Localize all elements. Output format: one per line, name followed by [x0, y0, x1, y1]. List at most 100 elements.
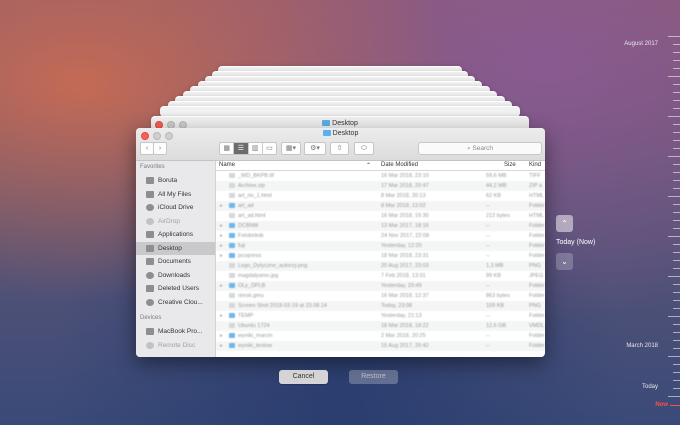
tags-button[interactable]: ⬭	[354, 142, 374, 155]
timeline-tick	[673, 148, 680, 149]
file-row[interactable]: ▸ wyniki_marcin 2 Mar 2018, 20:25 -- Folder	[216, 331, 545, 341]
timeline-tick	[673, 348, 680, 349]
file-date: 7 Feb 2018, 13:31	[381, 273, 426, 279]
file-row[interactable]: Ubuntu 1724 18 Mar 2018, 18:22 12,6 GB VMDL	[216, 321, 545, 331]
file-size: 12,6 GB	[486, 323, 507, 329]
favorites-item-label: Creative Clou...	[158, 298, 203, 306]
list-view-button[interactable]: ☰	[234, 143, 249, 154]
column-view-button[interactable]: ▥	[249, 143, 263, 154]
timeline-label-august-2017[interactable]: August 2017	[624, 41, 658, 47]
gallery-view-button[interactable]: ▭	[263, 143, 276, 154]
file-row[interactable]: _WD_BKPB.tif 16 Mar 2018, 23:10 59,6 MB TIF…	[216, 171, 545, 181]
timeline-label-now[interactable]: Now	[655, 402, 668, 408]
file-list: Name ⌃ Date Modified Size Kind _WD_BKPB.…	[216, 161, 545, 357]
file-kind: Folder	[529, 203, 545, 209]
favorites-item-label: All My Files	[158, 190, 192, 198]
file-row[interactable]: Screen Shot 2018-03-19 at 23.08.14 Today,…	[216, 301, 545, 311]
timeline-tick	[668, 116, 680, 117]
file-row[interactable]: magdalyamo.jpg 7 Feb 2018, 13:31 99 KB JPEG	[216, 271, 545, 281]
favorites-item[interactable]: Desktop	[136, 241, 215, 255]
file-row[interactable]: art_ad.html 16 Mar 2018, 15:30 212 bytes HT…	[216, 211, 545, 221]
file-row[interactable]: art_rio_1.html 8 Mar 2018, 20:13 62 KB HTML	[216, 191, 545, 201]
view-switcher[interactable]: ▦ ☰ ▥ ▭	[219, 142, 277, 155]
file-name: art_ad.html	[238, 213, 266, 219]
kind-column-header[interactable]: Kind	[529, 162, 541, 168]
timeline[interactable]: August 2017 March 2018 Today Now	[620, 30, 680, 425]
devices-item[interactable]: Remote Disc	[136, 339, 215, 353]
favorites-item[interactable]: All My Files	[136, 188, 215, 202]
laptop-icon	[146, 328, 154, 336]
restore-button[interactable]: Restore	[349, 370, 398, 384]
cancel-button[interactable]: Cancel	[279, 370, 328, 384]
forward-button[interactable]: ›	[153, 142, 167, 155]
file-size: 44,2 MB	[486, 183, 507, 189]
favorites-item[interactable]: Deleted Users	[136, 282, 215, 296]
timeline-tick	[673, 260, 680, 261]
disclosure-triangle-icon[interactable]: ▸	[220, 343, 223, 349]
icon-view-button[interactable]: ▦	[220, 143, 235, 154]
finder-window: Desktop ‹ › ▦ ☰ ▥ ▭ ▦▾ ⚙▾ ⇧ ⬭ ⌕ Search F…	[136, 128, 545, 357]
name-column-header[interactable]: Name	[219, 162, 235, 168]
file-date: 15 Aug 2017, 20:42	[381, 343, 429, 349]
disclosure-triangle-icon[interactable]: ▸	[220, 313, 223, 319]
file-kind: JPEG	[529, 273, 544, 279]
disclosure-triangle-icon[interactable]: ▸	[220, 243, 223, 249]
file-row[interactable]: riresk.gmu 16 Mar 2018, 12:37 863 bytes Fol…	[216, 291, 545, 301]
favorites-item[interactable]: AirDrop	[136, 215, 215, 229]
file-size: 62 KB	[486, 193, 501, 199]
folder-icon	[229, 203, 235, 208]
devices-item[interactable]: MacBook Pro...	[136, 325, 215, 339]
timeline-tick	[668, 276, 680, 277]
size-column-header[interactable]: Size	[504, 162, 516, 168]
disclosure-triangle-icon[interactable]: ▸	[220, 283, 223, 289]
favorites-item-label: Downloads	[158, 271, 191, 279]
ghost-window-title: Desktop	[332, 120, 358, 127]
favorites-item[interactable]: Downloads	[136, 269, 215, 283]
folder-icon	[229, 313, 235, 318]
file-row[interactable]: ▸ DCBNM 13 Mar 2017, 18:16 -- Folder	[216, 221, 545, 231]
timeline-tick	[673, 140, 680, 141]
file-kind: HTML	[529, 213, 544, 219]
file-row[interactable]: ▸ Fotobritnik 24 Nov 2017, 22:08 -- Folder	[216, 231, 545, 241]
previous-version-button[interactable]: ⌃	[556, 215, 573, 232]
file-row[interactable]: Archive.zip 17 Mar 2018, 20:47 44,2 MB ZIP …	[216, 181, 545, 191]
date-column-header[interactable]: Date Modified	[381, 162, 418, 168]
grid-icon: ▦▾	[285, 145, 297, 152]
file-date: 2 Mar 2018, 20:25	[381, 333, 426, 339]
disclosure-triangle-icon[interactable]: ▸	[220, 203, 223, 209]
gear-icon: ⚙▾	[310, 145, 320, 152]
favorites-item[interactable]: Applications	[136, 228, 215, 242]
timeline-label-march-2018[interactable]: March 2018	[626, 343, 658, 349]
file-kind: PNG	[529, 303, 541, 309]
back-button[interactable]: ‹	[140, 142, 154, 155]
file-icon	[229, 213, 235, 218]
action-button[interactable]: ⚙▾	[304, 142, 326, 155]
file-kind: Folder	[529, 283, 545, 289]
next-version-button[interactable]: ⌄	[556, 253, 573, 270]
file-row[interactable]: ▸ fuji Yesterday, 12:20 -- Folder	[216, 241, 545, 251]
timeline-tick	[673, 68, 680, 69]
file-row[interactable]: ▸ TEMP Yesterday, 21:13 -- Folder	[216, 311, 545, 321]
favorites-item[interactable]: Documents	[136, 255, 215, 269]
file-row[interactable]: ▸ jscopress 18 Mar 2018, 23:31 -- Folder	[216, 251, 545, 261]
file-row[interactable]: ▸ OLy_DPLB Yesterday, 20:49 -- Folder	[216, 281, 545, 291]
file-row[interactable]: Logo_Dytyczne_autorzy.png 20 Aug 2017, 23…	[216, 261, 545, 271]
disclosure-triangle-icon[interactable]: ▸	[220, 223, 223, 229]
favorites-item[interactable]: Boruta	[136, 174, 215, 188]
file-name: magdalyamo.jpg	[238, 273, 279, 279]
file-date: Today, 23:08	[381, 303, 413, 309]
file-size: --	[486, 253, 490, 259]
search-field[interactable]: ⌕ Search	[418, 142, 542, 155]
disclosure-triangle-icon[interactable]: ▸	[220, 333, 223, 339]
file-row[interactable]: ▸ wyniki_testow 15 Aug 2017, 20:42 -- Folder	[216, 341, 545, 351]
timeline-label-today[interactable]: Today	[642, 384, 658, 390]
favorites-item[interactable]: Creative Clou...	[136, 296, 215, 310]
share-button[interactable]: ⇧	[330, 142, 349, 155]
group-button[interactable]: ▦▾	[281, 142, 301, 155]
devices-item-label: MacBook Pro...	[158, 328, 203, 336]
favorites-item[interactable]: iCloud Drive	[136, 201, 215, 215]
disclosure-triangle-icon[interactable]: ▸	[220, 233, 223, 239]
file-row[interactable]: ▸ art_ad 8 Mar 2018, 13:02 -- Folder	[216, 201, 545, 211]
disclosure-triangle-icon[interactable]: ▸	[220, 253, 223, 259]
chevron-down-icon: ⌄	[561, 257, 568, 266]
